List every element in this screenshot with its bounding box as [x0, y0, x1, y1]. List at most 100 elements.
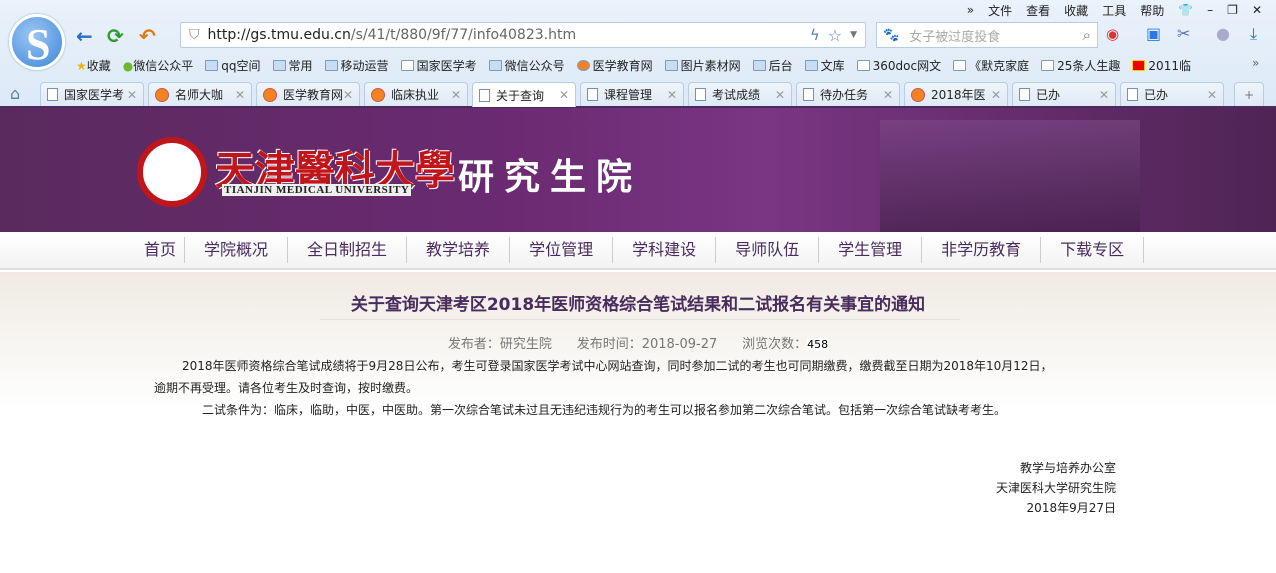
bookmark-label: 国家医学考 — [416, 58, 477, 73]
tab[interactable]: 已办 ✕ — [1012, 82, 1116, 106]
tab[interactable]: 考试成绩 ✕ — [688, 82, 792, 106]
bookmark-label: 文库 — [820, 58, 845, 73]
restore-button[interactable]: ❐ — [1227, 3, 1238, 17]
search-icon[interactable]: ⌕ — [1083, 26, 1091, 44]
tab[interactable]: 临床执业 ✕ — [364, 82, 468, 106]
folder-icon — [752, 59, 766, 71]
subway-icon[interactable]: ▣ — [1146, 24, 1161, 43]
menu-help[interactable]: 帮助 — [1140, 2, 1164, 19]
menu-favorites[interactable]: 收藏 — [1064, 2, 1088, 19]
tab[interactable]: 名师大咖 ✕ — [148, 82, 252, 106]
tab[interactable]: 医学教育网 ✕ — [256, 82, 360, 106]
star-icon[interactable]: ☆ — [828, 26, 842, 45]
dropdown-icon[interactable]: ▼ — [850, 30, 857, 40]
close-tab-icon[interactable]: ✕ — [775, 88, 785, 102]
tab[interactable]: 待办任务 ✕ — [796, 82, 900, 106]
tab[interactable]: 课程管理 ✕ — [580, 82, 684, 106]
nav-training[interactable]: 教学培养 — [407, 237, 511, 263]
folder-icon — [324, 59, 338, 71]
bookmark-label: 收藏 — [86, 58, 111, 73]
nav-degree[interactable]: 学位管理 — [510, 237, 614, 263]
university-name-en: TIANJIN MEDICAL UNIVERSITY — [222, 184, 412, 196]
tab-label: 已办 — [1036, 88, 1061, 102]
signature: 教学与培养办公室 天津医科大学研究生院 2018年9月27日 — [996, 458, 1116, 518]
bookmark-label: 25条人生趣 — [1057, 58, 1121, 73]
nav-about[interactable]: 学院概况 — [185, 237, 289, 263]
url-path: /s/41/t/880/9f/77/info40823.htm — [350, 27, 577, 43]
close-tab-icon[interactable]: ✕ — [451, 88, 461, 102]
wechat-icon: ● — [122, 58, 134, 73]
download-icon[interactable]: ⤓ — [1250, 24, 1257, 44]
menu-tools[interactable]: 工具 — [1102, 2, 1126, 19]
weibo-icon[interactable]: ◉ — [1106, 25, 1119, 43]
nav-students[interactable]: 学生管理 — [819, 237, 923, 263]
bookmark-label: 移动运营 — [340, 58, 389, 73]
site-icon — [911, 87, 925, 102]
close-tab-icon[interactable]: ✕ — [1207, 88, 1217, 102]
close-tab-icon[interactable]: ✕ — [235, 88, 245, 102]
nav-home[interactable]: 首页 — [138, 237, 186, 263]
new-tab-button[interactable]: + — [1234, 82, 1264, 106]
home-icon[interactable]: ⌂ — [10, 84, 20, 103]
bookmark-item[interactable]: qq空间 — [205, 57, 261, 74]
bookmark-item[interactable]: 国家医学考 — [400, 57, 477, 74]
lightning-icon[interactable]: ϟ — [810, 26, 820, 44]
nav-admission[interactable]: 全日制招生 — [288, 237, 408, 263]
bookmark-label: 微信公众号 — [504, 58, 565, 73]
bookmark-item[interactable]: 文库 — [804, 57, 845, 74]
minimize-button[interactable]: – — [1207, 3, 1213, 17]
bookmark-item[interactable]: 图片素材网 — [664, 57, 741, 74]
bookmark-item[interactable]: 微信公众号 — [488, 57, 565, 74]
tab[interactable]: 国家医学考 ✕ — [40, 82, 144, 106]
nav-supervisors[interactable]: 导师队伍 — [716, 237, 820, 263]
bookmark-label: 后台 — [768, 58, 793, 73]
close-tab-icon[interactable]: ✕ — [1099, 88, 1109, 102]
undo-icon[interactable]: ↶ — [139, 24, 156, 48]
bookmark-item[interactable]: 2011临 — [1132, 57, 1191, 74]
close-tab-icon[interactable]: ✕ — [559, 88, 569, 102]
close-tab-icon[interactable]: ✕ — [667, 88, 677, 102]
signature-org: 天津医科大学研究生院 — [995, 481, 1116, 495]
bookmark-label: 《默克家庭 — [969, 58, 1030, 73]
search-box[interactable]: 🐾 女子被过度投食 ⌕ — [876, 22, 1098, 48]
tab-label: 名师大咖 — [175, 88, 224, 102]
close-window-button[interactable]: ✕ — [1252, 3, 1262, 17]
more-bookmarks-icon[interactable]: » — [1252, 56, 1259, 70]
bookmark-item[interactable]: 常用 — [272, 57, 313, 74]
close-tab-icon[interactable]: ✕ — [991, 88, 1001, 102]
skin-icon[interactable]: 👕 — [1178, 3, 1193, 17]
bookmark-item[interactable]: 《默克家庭 — [953, 57, 1029, 74]
address-bar[interactable]: ⛉ http://gs.tmu.edu.cn/s/41/t/880/9f/77/… — [180, 22, 866, 48]
nav-discipline[interactable]: 学科建设 — [613, 237, 717, 263]
tab[interactable]: 已办 ✕ — [1120, 82, 1224, 106]
folder-icon — [664, 59, 678, 71]
tab[interactable]: 2018年医 ✕ — [904, 82, 1008, 106]
close-tab-icon[interactable]: ✕ — [127, 88, 137, 102]
bookmark-item[interactable]: ●微信公众平 — [123, 57, 194, 74]
menu-view[interactable]: 查看 — [1026, 2, 1050, 19]
view-count: 458 — [807, 338, 829, 351]
bookmark-item[interactable]: 后台 — [752, 57, 793, 74]
bookmark-item[interactable]: 医学教育网 — [576, 57, 653, 74]
bookmark-item[interactable]: 25条人生趣 — [1041, 57, 1120, 74]
views-label: 浏览次数： — [742, 337, 808, 352]
tab-label: 2018年医 — [931, 88, 986, 102]
bookmark-favorites[interactable]: ★收藏 — [76, 57, 111, 74]
bookmark-item[interactable]: 移动运营 — [324, 57, 389, 74]
close-tab-icon[interactable]: ✕ — [883, 88, 893, 102]
site-nav: 首页 学院概况 全日制招生 教学培养 学位管理 学科建设 导师队伍 学生管理 非… — [0, 232, 1276, 270]
tab-active[interactable]: 关于查询 ✕ — [472, 82, 576, 107]
menu-file[interactable]: 文件 — [988, 2, 1012, 19]
site-icon — [263, 87, 277, 102]
refresh-icon[interactable]: ⟳ — [107, 24, 124, 48]
close-tab-icon[interactable]: ✕ — [343, 88, 353, 102]
page-icon — [47, 88, 58, 101]
nav-download[interactable]: 下载专区 — [1041, 237, 1145, 263]
folder-icon — [272, 59, 286, 71]
more-icon[interactable]: ● — [1216, 24, 1230, 43]
nav-nondegree[interactable]: 非学历教育 — [922, 237, 1042, 263]
back-icon[interactable]: ← — [76, 24, 93, 48]
scissors-icon[interactable]: ✂ — [1177, 24, 1190, 43]
bookmark-item[interactable]: 360doc网文 — [856, 57, 941, 74]
chevron-icon[interactable]: » — [967, 3, 974, 17]
